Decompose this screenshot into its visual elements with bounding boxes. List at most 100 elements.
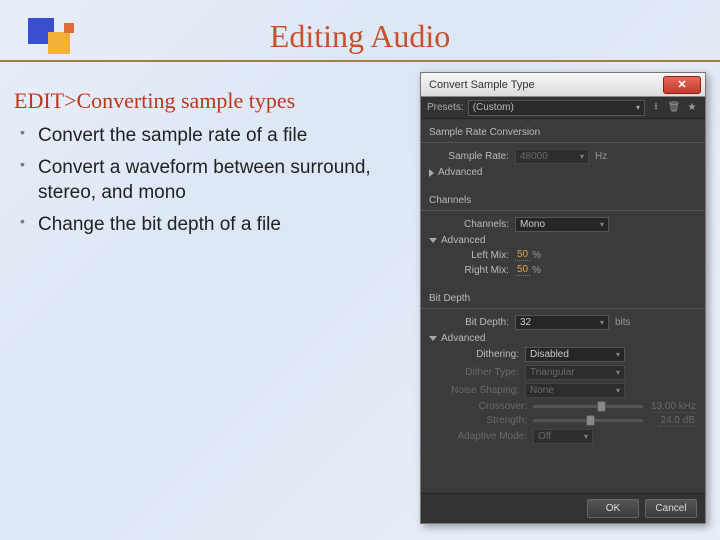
delete-preset-icon[interactable]: 🗑	[667, 101, 681, 115]
channels-row: Channels: Mono ▾	[429, 217, 697, 232]
chevron-down-icon: ▾	[616, 368, 620, 377]
noise-shaping-label: Noise Shaping:	[447, 385, 525, 396]
slide-content: EDIT>Converting sample types Convert the…	[14, 88, 384, 245]
slider-thumb-icon	[586, 415, 595, 426]
right-mix-row: Right Mix: 50 %	[447, 264, 697, 276]
advanced-label: Advanced	[441, 235, 485, 246]
advanced-label: Advanced	[441, 333, 485, 344]
chevron-down-icon: ▾	[616, 350, 620, 359]
chevron-down-icon: ▾	[584, 432, 588, 441]
cancel-button[interactable]: Cancel	[645, 499, 697, 518]
title-area: Editing Audio	[0, 0, 720, 55]
bitdepth-unit: bits	[615, 317, 631, 328]
dither-type-label: Dither Type:	[447, 367, 525, 378]
bullet-list: Convert the sample rate of a file Conver…	[14, 124, 384, 237]
left-mix-unit: %	[532, 250, 541, 261]
channels-dropdown[interactable]: Mono ▾	[515, 217, 609, 232]
sample-rate-unit: Hz	[595, 151, 607, 162]
channels-advanced-panel: Left Mix: 50 % Right Mix: 50 %	[429, 249, 697, 276]
dialog-titlebar[interactable]: Convert Sample Type ✕	[421, 73, 705, 97]
bullet-item: Change the bit depth of a file	[20, 213, 384, 237]
dialog-title: Convert Sample Type	[429, 79, 535, 91]
chevron-down-icon: ▾	[600, 220, 604, 229]
section-divider	[421, 142, 705, 143]
dialog-footer: OK Cancel	[421, 493, 705, 523]
section-divider	[421, 210, 705, 211]
adaptive-mode-value: Off	[538, 431, 551, 442]
noise-shaping-value: None	[530, 385, 554, 396]
chevron-down-icon: ▾	[600, 318, 604, 327]
bitdepth-value: 32	[520, 317, 531, 328]
section-title-channels: Channels	[429, 195, 697, 206]
triangle-down-icon	[429, 238, 437, 243]
sample-rate-row: Sample Rate: 48000 ▾ Hz	[429, 149, 697, 164]
strength-row: Strength: 24.0 dB	[447, 415, 697, 426]
slide: Editing Audio EDIT>Converting sample typ…	[0, 0, 720, 540]
left-mix-value[interactable]: 50	[515, 249, 530, 261]
advanced-label: Advanced	[438, 167, 482, 178]
dither-type-row: Dither Type: Triangular ▾	[447, 365, 697, 380]
section-title-bitdepth: Bit Depth	[429, 293, 697, 304]
right-mix-label: Right Mix:	[447, 265, 515, 276]
noise-shaping-row: Noise Shaping: None ▾	[447, 383, 697, 398]
close-button[interactable]: ✕	[663, 76, 701, 94]
chevron-down-icon: ▾	[580, 152, 584, 161]
strength-value: 24.0 dB	[643, 415, 697, 426]
bitdepth-advanced-toggle[interactable]: Advanced	[429, 333, 697, 344]
slider-thumb-icon	[597, 401, 606, 412]
sample-rate-advanced-toggle[interactable]: Advanced	[429, 167, 697, 178]
left-mix-row: Left Mix: 50 %	[447, 249, 697, 261]
triangle-right-icon	[429, 169, 434, 177]
dithering-dropdown[interactable]: Disabled ▾	[525, 347, 625, 362]
preset-icon-group: ⭳ 🗑 ★	[649, 101, 699, 115]
sample-rate-value: 48000	[520, 151, 548, 162]
adaptive-mode-row: Adaptive Mode: Off ▾	[447, 429, 697, 444]
channels-advanced-toggle[interactable]: Advanced	[429, 235, 697, 246]
strength-slider	[533, 419, 643, 422]
presets-row: Presets: (Custom) ▾ ⭳ 🗑 ★	[421, 97, 705, 119]
right-mix-unit: %	[532, 265, 541, 276]
triangle-down-icon	[429, 336, 437, 341]
convert-sample-type-dialog: Convert Sample Type ✕ Presets: (Custom) …	[420, 72, 706, 524]
noise-shaping-dropdown: None ▾	[525, 383, 625, 398]
chevron-down-icon: ▾	[636, 103, 640, 112]
bitdepth-advanced-panel: Dithering: Disabled ▾ Dither Type: Trian…	[429, 347, 697, 444]
sample-rate-field[interactable]: 48000 ▾	[515, 149, 589, 164]
crossover-slider	[533, 405, 643, 408]
presets-dropdown[interactable]: (Custom) ▾	[468, 100, 645, 116]
favorite-preset-icon[interactable]: ★	[685, 101, 699, 115]
channels-value: Mono	[520, 219, 545, 230]
close-icon: ✕	[677, 78, 686, 91]
bitdepth-dropdown[interactable]: 32 ▾	[515, 315, 609, 330]
adaptive-mode-label: Adaptive Mode:	[447, 431, 533, 442]
bitdepth-section: Bit Depth Bit Depth: 32 ▾ bits Advanced …	[421, 285, 705, 453]
dithering-value: Disabled	[530, 349, 569, 360]
left-mix-label: Left Mix:	[447, 250, 515, 261]
dithering-label: Dithering:	[447, 349, 525, 360]
section-divider	[421, 308, 705, 309]
channels-label: Channels:	[429, 219, 515, 230]
dither-type-dropdown: Triangular ▾	[525, 365, 625, 380]
chevron-down-icon: ▾	[616, 386, 620, 395]
ok-button[interactable]: OK	[587, 499, 639, 518]
crossover-row: Crossover: 13.00 kHz	[447, 401, 697, 412]
sample-rate-section: Sample Rate Conversion Sample Rate: 4800…	[421, 119, 705, 187]
content-heading: EDIT>Converting sample types	[14, 88, 384, 114]
bullet-item: Convert the sample rate of a file	[20, 124, 384, 148]
bullet-item: Convert a waveform between surround, ste…	[20, 156, 384, 205]
sample-rate-label: Sample Rate:	[429, 151, 515, 162]
presets-value: (Custom)	[473, 102, 514, 113]
adaptive-mode-dropdown: Off ▾	[533, 429, 593, 444]
right-mix-value[interactable]: 50	[515, 264, 530, 276]
title-divider	[0, 60, 720, 62]
presets-label: Presets:	[427, 102, 464, 113]
dither-type-value: Triangular	[530, 367, 575, 378]
channels-section: Channels Channels: Mono ▾ Advanced Left …	[421, 187, 705, 285]
crossover-value: 13.00 kHz	[643, 401, 697, 412]
bitdepth-label: Bit Depth:	[429, 317, 515, 328]
bitdepth-row: Bit Depth: 32 ▾ bits	[429, 315, 697, 330]
crossover-label: Crossover:	[447, 401, 533, 412]
section-title-sample-rate: Sample Rate Conversion	[429, 127, 697, 138]
strength-label: Strength:	[447, 415, 533, 426]
save-preset-icon[interactable]: ⭳	[649, 101, 663, 115]
